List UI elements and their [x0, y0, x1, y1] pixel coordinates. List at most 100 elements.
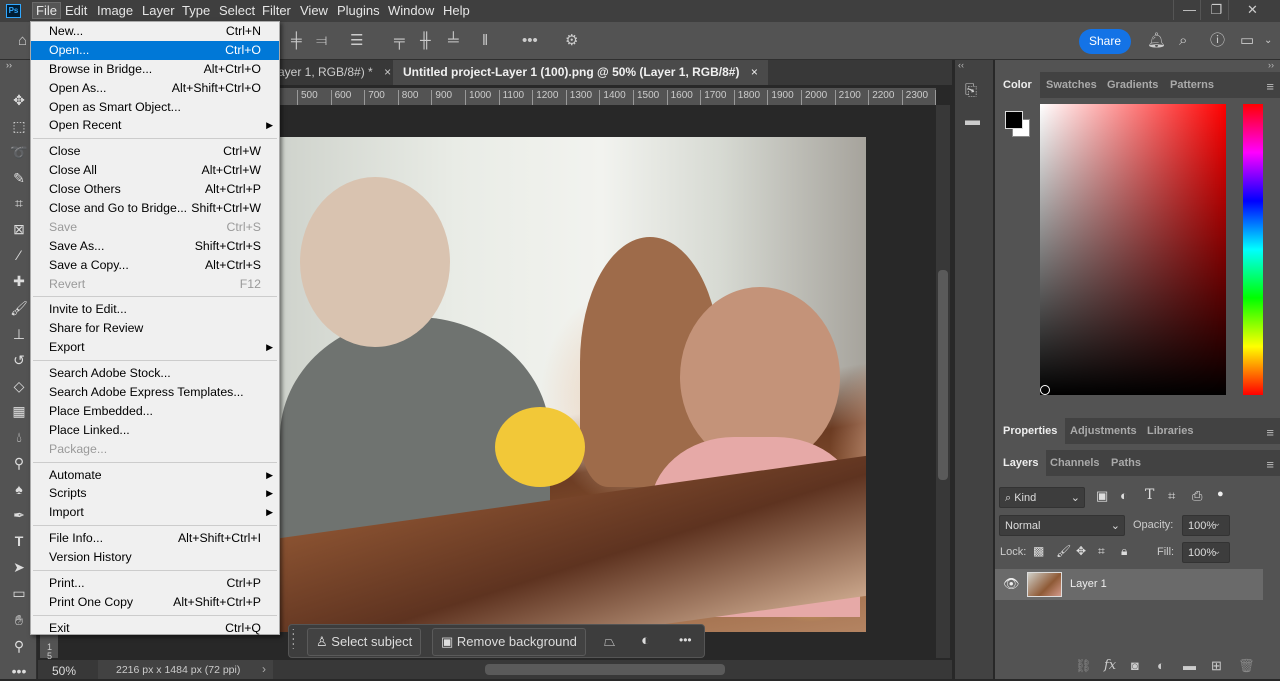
lasso-tool-icon[interactable]: ➰ — [9, 142, 29, 162]
filter-adjustment-icon[interactable]: ◐ — [1120, 488, 1128, 503]
marquee-tool-icon[interactable]: ⬚ — [9, 116, 29, 136]
menu-item-close[interactable]: Close Ctrl+W — [31, 142, 279, 161]
menu-item-close-others[interactable]: Close Others Alt+Ctrl+P — [31, 180, 279, 199]
zoom-level[interactable]: 50% — [52, 664, 76, 678]
opacity-slider-toggle[interactable]: ⌄ — [1213, 518, 1221, 529]
tab-channels[interactable]: Channels — [1042, 450, 1108, 476]
foreground-color-swatch[interactable] — [1005, 111, 1023, 129]
fx-icon[interactable]: fx — [1104, 658, 1116, 673]
filter-pixel-icon[interactable]: ▣ — [1096, 488, 1108, 504]
tab-swatches[interactable]: Swatches — [1038, 72, 1105, 98]
lock-position-icon[interactable]: ✥ — [1076, 544, 1086, 558]
bell-icon[interactable]: 🔔︎ — [1147, 32, 1166, 50]
adjustment-icon[interactable]: ◐ — [641, 632, 650, 649]
menu-item-share-for-review[interactable]: Share for Review — [31, 319, 279, 338]
tab-adjustments[interactable]: Adjustments — [1062, 418, 1145, 444]
hue-slider[interactable] — [1243, 104, 1263, 395]
panel-menu-icon[interactable]: ≡ — [1266, 425, 1274, 440]
menu-item-search-adobe-stock[interactable]: Search Adobe Stock... — [31, 364, 279, 383]
layer-row[interactable]: 👁︎ Layer 1 — [995, 569, 1263, 600]
lock-transparent-icon[interactable]: ▩ — [1033, 544, 1044, 558]
canvas-image[interactable] — [280, 137, 866, 632]
fill-input[interactable]: 100% — [1182, 542, 1230, 563]
home-icon[interactable]: ⌂ — [18, 32, 27, 50]
menu-item-invite-to-edit[interactable]: Invite to Edit... — [31, 300, 279, 319]
search-icon[interactable]: ⌕ — [1179, 32, 1187, 50]
layer-filter-kind[interactable]: ⌕ Kind ⌄ — [999, 487, 1085, 508]
history-brush-tool-icon[interactable]: ↺ — [9, 350, 29, 370]
quick-selection-tool-icon[interactable]: ✎ — [9, 168, 29, 188]
more-tools-icon[interactable]: ••• — [9, 661, 29, 681]
align-right-icon[interactable]: ⫤ — [316, 32, 327, 50]
panel-menu-icon[interactable]: ≡ — [1266, 79, 1274, 94]
tab-gradients[interactable]: Gradients — [1099, 72, 1166, 98]
workspace-icon[interactable]: ▭ — [1240, 32, 1254, 50]
menu-image[interactable]: Image — [97, 3, 133, 18]
smudge-tool-icon[interactable]: ♠ — [9, 479, 29, 499]
filter-smart-object-icon[interactable]: ⎙ — [1192, 488, 1202, 504]
eraser-tool-icon[interactable]: ◇ — [9, 376, 29, 396]
menu-select[interactable]: Select — [219, 3, 255, 18]
menu-item-open[interactable]: Open... Ctrl+O — [31, 40, 279, 60]
align-top-icon[interactable]: ╤ — [394, 32, 405, 50]
lock-artboard-icon[interactable]: ⌗ — [1098, 544, 1105, 559]
menu-file[interactable]: File — [32, 2, 61, 19]
menu-item-save-a-copy[interactable]: Save a Copy... Alt+Ctrl+S — [31, 256, 279, 275]
stamp-tool-icon[interactable]: ⊥ — [9, 324, 29, 344]
collapse-panels-icon[interactable]: ›› — [6, 60, 12, 70]
history-icon[interactable]: ⎘ — [965, 82, 977, 99]
tab-paths[interactable]: Paths — [1103, 450, 1149, 476]
distribute-icon[interactable]: ☰ — [350, 32, 363, 50]
add-mask-icon[interactable]: ◙ — [1131, 658, 1139, 673]
more-icon[interactable]: ••• — [679, 633, 692, 647]
group-folder-icon[interactable]: ▬ — [1183, 658, 1196, 673]
tab-layers[interactable]: Layers — [995, 450, 1047, 476]
menu-item-version-history[interactable]: Version History — [31, 548, 279, 567]
menu-edit[interactable]: Edit — [65, 3, 87, 18]
fill-slider-toggle[interactable]: ⌄ — [1213, 546, 1221, 557]
menu-layer[interactable]: Layer — [142, 3, 175, 18]
menu-item-export[interactable]: Export ▶ — [31, 338, 279, 357]
layer-name[interactable]: Layer 1 — [1070, 578, 1107, 590]
frame-tool-icon[interactable]: ⊠ — [9, 219, 29, 239]
menu-item-new[interactable]: New... Ctrl+N — [31, 22, 279, 41]
menu-item-open-as-smart-object[interactable]: Open as Smart Object... — [31, 98, 279, 117]
menu-item-save-as[interactable]: Save As... Shift+Ctrl+S — [31, 237, 279, 256]
pen-tool-icon[interactable]: ✒ — [9, 505, 29, 525]
transform-icon[interactable]: ⏢ — [604, 633, 615, 650]
distribute-vertical-icon[interactable]: ‖ — [482, 32, 488, 50]
menu-filter[interactable]: Filter — [262, 3, 291, 18]
gear-icon[interactable]: ⚙ — [565, 32, 578, 50]
crop-tool-icon[interactable]: ⌗ — [9, 193, 29, 213]
menu-item-place-embedded[interactable]: Place Embedded... — [31, 402, 279, 421]
close-tab-icon[interactable]: × — [751, 65, 758, 79]
more-options-icon[interactable]: ••• — [522, 32, 538, 50]
opacity-input[interactable]: 100% — [1182, 515, 1230, 536]
hand-tool-icon[interactable]: ✋︎ — [9, 610, 29, 630]
menu-help[interactable]: Help — [443, 3, 470, 18]
brush-tool-icon[interactable]: 🖌︎ — [9, 298, 29, 318]
menu-item-exit[interactable]: Exit Ctrl+Q — [31, 619, 279, 638]
status-menu-arrow[interactable]: › — [262, 662, 266, 676]
drag-handle-icon[interactable]: :::: — [292, 627, 296, 651]
menu-item-print-one-copy[interactable]: Print One Copy Alt+Shift+Ctrl+P — [31, 593, 279, 612]
menu-item-close-and-go-to-bridge[interactable]: Close and Go to Bridge... Shift+Ctrl+W — [31, 199, 279, 218]
filter-shape-icon[interactable]: ⌗ — [1168, 488, 1175, 504]
healing-brush-tool-icon[interactable]: ✚ — [9, 271, 29, 291]
dodge-tool-icon[interactable]: ⚲ — [9, 453, 29, 473]
tab-color[interactable]: Color — [995, 72, 1040, 98]
menu-plugins[interactable]: Plugins — [337, 3, 380, 18]
align-bottom-icon[interactable]: ╧ — [448, 32, 459, 50]
close-tab-icon[interactable]: × — [384, 65, 391, 79]
align-vertical-center-icon[interactable]: ╫ — [420, 32, 431, 50]
blur-tool-icon[interactable]: 💧︎ — [9, 427, 29, 447]
color-picker-handle[interactable] — [1040, 385, 1050, 395]
adjustment-layer-icon[interactable]: ◐ — [1157, 658, 1165, 673]
menu-item-open-recent[interactable]: Open Recent ▶ — [31, 116, 279, 135]
help-icon[interactable]: ⓘ — [1210, 32, 1225, 50]
align-horizontal-center-icon[interactable]: ╪ — [291, 32, 302, 50]
tab-properties[interactable]: Properties — [995, 418, 1066, 444]
menu-item-browse-in-bridge[interactable]: Browse in Bridge... Alt+Ctrl+O — [31, 60, 279, 79]
vertical-scrollbar-thumb[interactable] — [938, 270, 948, 480]
collapse-dock-icon[interactable]: ‹‹ — [958, 60, 964, 70]
